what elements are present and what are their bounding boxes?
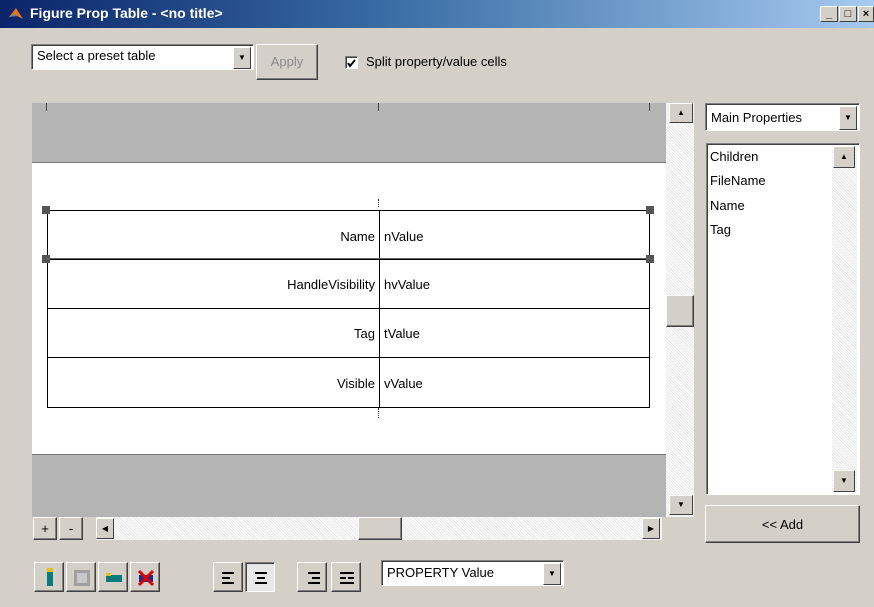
align-left-icon xyxy=(222,572,234,584)
add-property-button[interactable]: << Add xyxy=(705,505,860,543)
matlab-logo-icon xyxy=(8,6,24,22)
selection-line xyxy=(46,258,650,259)
table-row[interactable]: Visible vValue xyxy=(48,358,649,407)
selection-handle[interactable] xyxy=(42,206,50,214)
selection-handle[interactable] xyxy=(646,255,654,263)
zoom-in-label: + xyxy=(41,521,49,536)
split-cells-checkbox[interactable] xyxy=(345,56,358,69)
insert-row-icon xyxy=(47,568,53,586)
property-cell[interactable]: Tag xyxy=(354,326,375,341)
property-table[interactable]: Name nValue HandleVisibility hvValue Tag… xyxy=(47,210,650,408)
zoom-out-label: - xyxy=(68,521,74,536)
border-button[interactable] xyxy=(98,562,128,592)
property-cell[interactable]: Visible xyxy=(337,376,375,391)
chevron-down-icon[interactable]: ▼ xyxy=(543,563,561,585)
align-right-icon xyxy=(308,572,320,584)
table-row[interactable]: Tag tValue xyxy=(48,309,649,357)
scroll-down-button[interactable]: ▼ xyxy=(669,495,693,515)
property-list[interactable]: Children FileName Name Tag ▲ ▼ xyxy=(706,143,860,495)
zoom-in-button[interactable]: + xyxy=(33,517,57,540)
horizontal-scrollbar[interactable]: ◀ ▶ xyxy=(96,517,662,540)
preset-table-select[interactable]: Select a preset table ▼ xyxy=(31,44,254,70)
close-button[interactable]: × xyxy=(858,6,874,22)
merge-cells-button[interactable] xyxy=(66,562,96,592)
value-cell[interactable]: tValue xyxy=(384,326,420,341)
list-scrollbar[interactable]: ▲ ▼ xyxy=(832,146,857,492)
property-category-select[interactable]: Main Properties ▼ xyxy=(705,103,860,131)
checkmark-icon xyxy=(347,59,356,68)
selection-handle[interactable] xyxy=(42,255,50,263)
scroll-up-button[interactable]: ▲ xyxy=(669,103,693,123)
apply-button-label: Apply xyxy=(270,54,304,69)
list-item[interactable]: Children xyxy=(710,149,758,164)
value-cell[interactable]: vValue xyxy=(384,376,423,391)
title-bar: Figure Prop Table - <no title> _ □ × xyxy=(0,0,874,28)
preset-table-select-value: Select a preset table xyxy=(37,48,156,63)
align-center-button[interactable] xyxy=(245,562,275,592)
chevron-down-icon[interactable]: ▼ xyxy=(233,47,251,69)
split-cells-label: Split property/value cells xyxy=(366,54,507,69)
selection-handle[interactable] xyxy=(646,206,654,214)
property-cell[interactable]: HandleVisibility xyxy=(287,277,375,292)
list-item[interactable]: Tag xyxy=(710,222,731,237)
table-row[interactable]: Name nValue xyxy=(48,211,649,259)
table-canvas[interactable]: Name nValue HandleVisibility hvValue Tag… xyxy=(32,103,666,517)
align-center-icon xyxy=(255,572,267,584)
format-select[interactable]: PROPERTY Value ▼ xyxy=(381,560,564,586)
justify-icon xyxy=(340,572,354,584)
list-scroll-up-button[interactable]: ▲ xyxy=(833,146,855,168)
minimize-button[interactable]: _ xyxy=(820,6,838,22)
scroll-right-button[interactable]: ▶ xyxy=(642,518,660,539)
column-guide xyxy=(378,199,379,207)
justify-button[interactable] xyxy=(331,562,361,592)
merge-cells-icon xyxy=(74,570,90,586)
horizontal-scroll-thumb[interactable] xyxy=(358,517,402,540)
apply-button[interactable]: Apply xyxy=(256,44,318,80)
scroll-left-button[interactable]: ◀ xyxy=(96,518,114,539)
canvas-top-margin xyxy=(32,103,666,163)
border-icon xyxy=(106,573,122,582)
add-property-label: << Add xyxy=(761,517,804,532)
list-item[interactable]: FileName xyxy=(710,173,766,188)
value-cell[interactable]: nValue xyxy=(384,229,424,244)
property-category-value: Main Properties xyxy=(711,110,803,125)
delete-button[interactable] xyxy=(130,562,160,592)
property-cell[interactable]: Name xyxy=(340,229,375,244)
align-left-button[interactable] xyxy=(213,562,243,592)
chevron-down-icon[interactable]: ▼ xyxy=(839,106,857,130)
canvas-bottom-margin xyxy=(32,454,666,517)
column-guide xyxy=(378,408,379,418)
insert-row-button[interactable] xyxy=(34,562,64,592)
window-title: Figure Prop Table - <no title> xyxy=(30,5,223,21)
value-cell[interactable]: hvValue xyxy=(384,277,430,292)
ruler-tick xyxy=(46,103,47,111)
list-scroll-down-button[interactable]: ▼ xyxy=(833,470,855,492)
vertical-scrollbar[interactable]: ▲ ▼ xyxy=(666,103,694,517)
align-right-button[interactable] xyxy=(297,562,327,592)
ruler-tick xyxy=(378,103,379,111)
list-item[interactable]: Name xyxy=(710,198,745,213)
delete-icon xyxy=(137,569,155,587)
maximize-button[interactable]: □ xyxy=(839,6,857,22)
format-select-value: PROPERTY Value xyxy=(387,565,494,580)
table-row[interactable]: HandleVisibility hvValue xyxy=(48,260,649,308)
scroll-thumb[interactable] xyxy=(666,295,694,327)
zoom-out-button[interactable]: - xyxy=(59,517,83,540)
ruler-tick xyxy=(649,103,650,111)
